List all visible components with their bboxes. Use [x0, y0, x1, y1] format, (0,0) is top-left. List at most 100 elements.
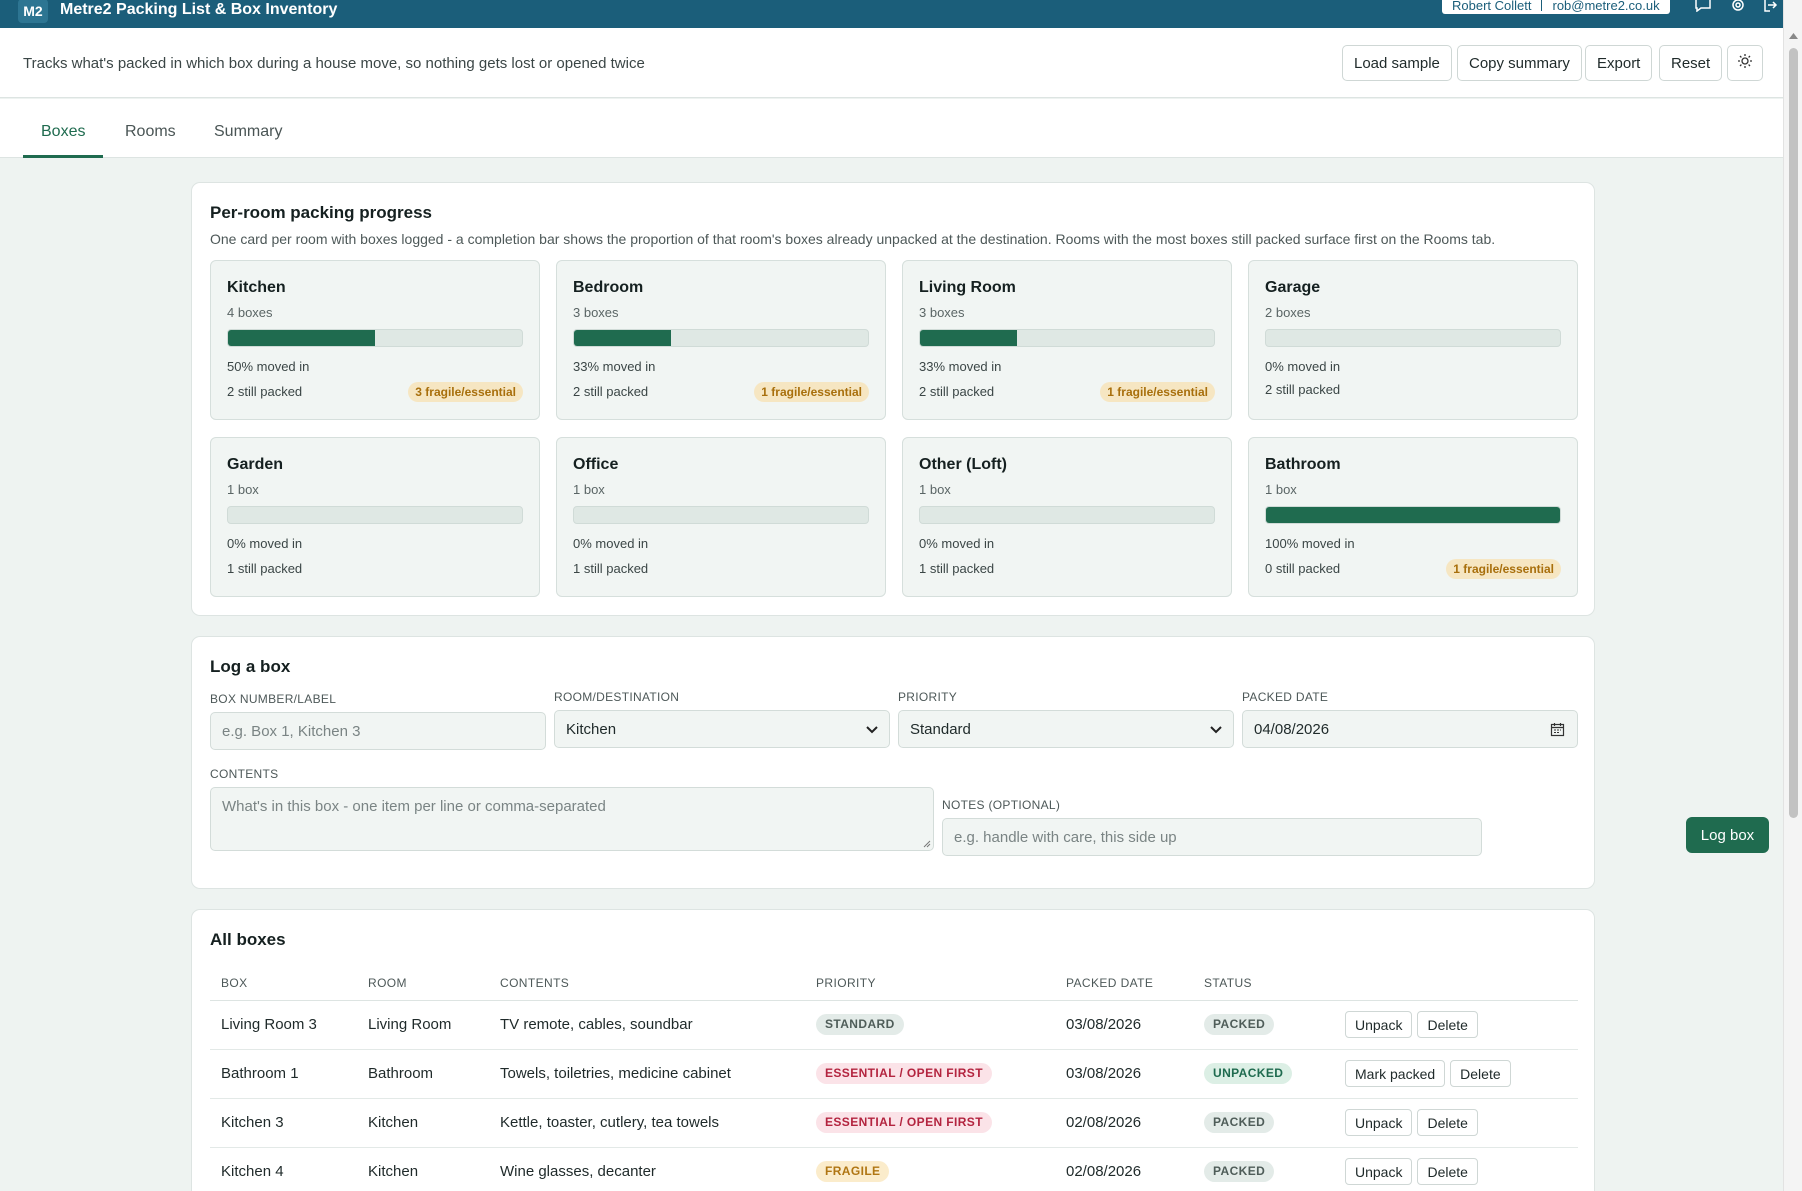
- box-label-input[interactable]: e.g. Box 1, Kitchen 3: [210, 712, 546, 750]
- room-still-packed: 2 still packed: [227, 384, 303, 399]
- room-still-packed: 1 still packed: [227, 561, 303, 576]
- room-progress-bar: [919, 329, 1215, 347]
- packed-date-input[interactable]: 04/08/2026: [1242, 710, 1578, 748]
- notes-input[interactable]: e.g. handle with care, this side up: [942, 818, 1482, 856]
- priority-select[interactable]: Standard: [898, 710, 1234, 748]
- column-header-contents[interactable]: CONTENTS: [489, 966, 805, 1001]
- sun-icon: [1738, 54, 1752, 68]
- room-caption: ROOM/DESTINATION: [554, 690, 680, 704]
- room-moved-in: 0% moved in: [227, 536, 303, 551]
- room-name: Garage: [1265, 279, 1321, 296]
- scrollbar-thumb[interactable]: [1789, 48, 1798, 818]
- toggle-packed-button[interactable]: Unpack: [1345, 1011, 1413, 1038]
- progress-description: One card per room with boxes logged - a …: [210, 231, 1496, 247]
- logout-icon[interactable]: [1763, 0, 1781, 12]
- priority-caption: PRIORITY: [898, 690, 958, 704]
- chevron-down-icon: [866, 726, 878, 734]
- boxes-table-body: Living Room 3 Living Room TV remote, cable…: [210, 1000, 1578, 1191]
- priority-select-value: Standard: [910, 720, 971, 738]
- room-select[interactable]: Kitchen: [554, 710, 890, 748]
- column-header-box[interactable]: BOX: [210, 966, 357, 1001]
- tab-bar: Boxes Rooms Summary: [0, 99, 1783, 158]
- column-header-priority[interactable]: PRIORITY: [805, 966, 1055, 1001]
- cell-status: UNPACKED: [1193, 1049, 1334, 1099]
- fragile-count-badge: 1 fragile/essential: [1446, 559, 1561, 579]
- room-progress-tile: Bedroom 3 boxes 33% moved in 2 still packed…: [556, 260, 886, 420]
- cell-room: Kitchen: [357, 1098, 489, 1148]
- room-progress-tile: Kitchen 4 boxes 50% moved in 2 still packed…: [210, 260, 540, 420]
- app-tagline: Tracks what's packed in which box during…: [23, 55, 645, 72]
- room-progress-fill: [228, 330, 375, 346]
- cell-box: Kitchen 4: [210, 1147, 357, 1191]
- column-header-actions: [1334, 966, 1578, 1001]
- room-still-packed: 0 still packed: [1265, 561, 1341, 576]
- room-box-count: 1 box: [573, 482, 605, 497]
- gear-icon[interactable]: [1729, 0, 1747, 12]
- theme-toggle-button[interactable]: [1727, 45, 1763, 81]
- room-progress-bar: [573, 506, 869, 524]
- cell-box: Kitchen 3: [210, 1098, 357, 1148]
- delete-button[interactable]: Delete: [1450, 1060, 1511, 1087]
- delete-button[interactable]: Delete: [1417, 1158, 1478, 1185]
- contents-textarea[interactable]: What's in this box - one item per line o…: [210, 787, 934, 851]
- cell-actions: Unpack Delete: [1334, 1000, 1578, 1050]
- room-name: Other (Loft): [919, 456, 1007, 473]
- delete-button[interactable]: Delete: [1417, 1011, 1478, 1038]
- delete-button[interactable]: Delete: [1417, 1109, 1478, 1136]
- room-progress-fill: [574, 330, 672, 346]
- column-header-room[interactable]: ROOM: [357, 966, 489, 1001]
- column-header-status[interactable]: STATUS: [1193, 966, 1334, 1001]
- scroll-up-icon[interactable]: [1789, 32, 1798, 40]
- table-row: Living Room 3 Living Room TV remote, cable…: [210, 1000, 1578, 1050]
- table-header-row: BOX ROOM CONTENTS PRIORITY PACKED DATE S…: [210, 966, 1578, 1001]
- calendar-icon[interactable]: [1550, 722, 1565, 737]
- tab-summary[interactable]: Summary: [196, 99, 300, 158]
- status-badge: PACKED: [1204, 1161, 1275, 1182]
- cell-packed-date: 03/08/2026: [1055, 1049, 1193, 1099]
- cell-priority: ESSENTIAL / OPEN FIRST: [805, 1049, 1055, 1099]
- toggle-packed-button[interactable]: Mark packed: [1345, 1060, 1446, 1087]
- room-box-count: 1 box: [1265, 482, 1297, 497]
- room-box-count: 1 box: [919, 482, 951, 497]
- log-box-card: Log a box BOX NUMBER/LABEL e.g. Box 1, K…: [191, 636, 1769, 889]
- table-row: Kitchen 3 Kitchen Kettle, toaster, cutlery…: [210, 1098, 1578, 1148]
- room-progress-bar: [227, 329, 523, 347]
- room-moved-in: 0% moved in: [1265, 359, 1341, 374]
- boxes-table: BOX ROOM CONTENTS PRIORITY PACKED DATE S…: [210, 966, 1578, 1191]
- room-progress-bar: [919, 506, 1215, 524]
- all-boxes-card: All boxes BOX ROOM CONTENTS PRIORITY PAC…: [191, 909, 1595, 1191]
- room-name: Office: [573, 456, 619, 473]
- user-email: rob@metre2.co.uk: [1552, 0, 1660, 13]
- room-progress-tile: Garden 1 box 0% moved in 1 still packed: [210, 437, 540, 597]
- tab-rooms[interactable]: Rooms: [107, 99, 194, 158]
- resize-grip-icon[interactable]: [921, 838, 931, 848]
- room-box-count: 3 boxes: [919, 305, 965, 320]
- cell-room: Bathroom: [357, 1049, 489, 1099]
- room-still-packed: 2 still packed: [1265, 382, 1341, 397]
- cell-status: PACKED: [1193, 1098, 1334, 1148]
- toggle-packed-button[interactable]: Unpack: [1345, 1109, 1413, 1136]
- export-button[interactable]: Export: [1585, 45, 1653, 81]
- room-progress-tile: Office 1 box 0% moved in 1 still packed: [556, 437, 886, 597]
- table-row: Bathroom 1 Bathroom Towels, toiletries, me…: [210, 1049, 1578, 1099]
- chat-icon[interactable]: [1694, 0, 1712, 12]
- room-progress-card: Per-room packing progress One card per r…: [191, 182, 1595, 616]
- room-progress-tile: Garage 2 boxes 0% moved in 2 still packed: [1248, 260, 1578, 420]
- room-name: Living Room: [919, 279, 1016, 296]
- log-box-button[interactable]: Log box: [1686, 817, 1769, 853]
- cell-packed-date: 02/08/2026: [1055, 1098, 1193, 1148]
- copy-summary-button[interactable]: Copy summary: [1457, 45, 1582, 81]
- room-progress-bar: [573, 329, 869, 347]
- toggle-packed-button[interactable]: Unpack: [1345, 1158, 1413, 1185]
- room-name: Bathroom: [1265, 456, 1341, 473]
- fragile-count-badge: 1 fragile/essential: [754, 382, 869, 402]
- load-sample-button[interactable]: Load sample: [1342, 45, 1452, 81]
- room-still-packed: 2 still packed: [919, 384, 995, 399]
- page-scrollbar[interactable]: [1783, 0, 1802, 1191]
- tab-boxes[interactable]: Boxes: [23, 99, 104, 158]
- app-title: Metre2 Packing List & Box Inventory: [60, 1, 338, 18]
- cell-packed-date: 03/08/2026: [1055, 1000, 1193, 1050]
- user-badge[interactable]: Robert Collett rob@metre2.co.uk: [1442, 0, 1670, 14]
- column-header-packed-date[interactable]: PACKED DATE: [1055, 966, 1193, 1001]
- reset-button[interactable]: Reset: [1659, 45, 1723, 81]
